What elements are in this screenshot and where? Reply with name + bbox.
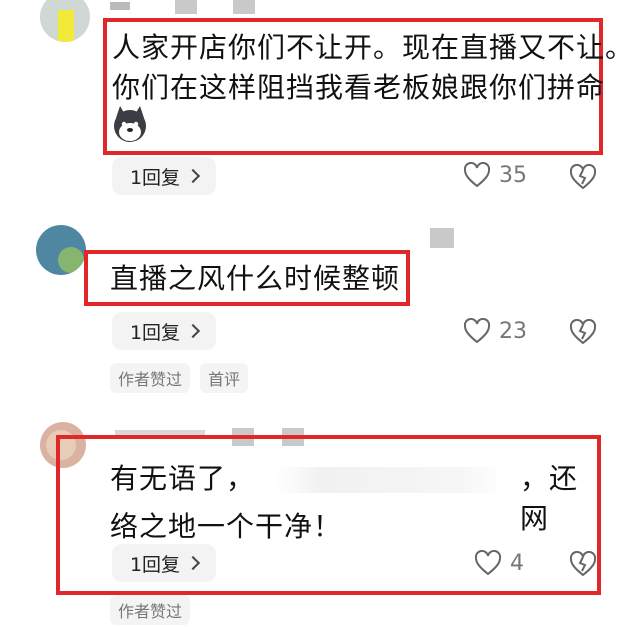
like-button[interactable]: 35 [463,162,527,188]
comment-line: 有无语了， [110,462,256,495]
broken-heart-icon[interactable] [569,164,597,190]
redacted-text [275,467,505,493]
first-comment-tag: 首评 [200,363,249,393]
like-count: 23 [499,318,527,344]
reply-label: 1回复 [129,166,181,189]
redacted-block [175,0,197,14]
username-redacted [110,2,130,10]
reply-button[interactable]: 1回复 [112,544,216,582]
like-count: 35 [499,162,527,188]
like-button[interactable]: 23 [463,318,527,344]
comment-text: 有无语了， ，还网 络之地一个干净！ [110,459,590,547]
reply-label: 1回复 [129,553,181,576]
author-liked-tag: 作者赞过 [110,595,191,625]
author-liked-tag: 作者赞过 [110,363,191,393]
comment-line: ，还网 [520,462,579,535]
chevron-right-icon [185,168,201,184]
redacted-block [430,228,454,248]
heart-outline-icon [463,318,491,344]
chevron-right-icon [185,323,201,339]
comment-text: 直播之风什么时候整顿 [110,262,401,295]
like-button[interactable]: 4 [474,550,524,576]
comment-line: 你们在这样阻挡我看老板娘跟你们拼命 [112,71,606,104]
like-count: 4 [510,550,524,576]
comment-line: 络之地一个干净！ [110,510,343,543]
reply-button[interactable]: 1回复 [112,312,216,350]
chevron-right-icon [185,555,201,571]
heart-outline-icon [474,550,502,576]
husky-dog-emoji [114,106,146,142]
heart-outline-icon [463,162,491,188]
avatar[interactable] [40,0,90,42]
redacted-block [233,0,255,14]
comment-line: 人家开店你们不让开。现在直播又不让。 [112,31,635,64]
broken-heart-icon[interactable] [569,551,597,577]
avatar[interactable] [36,225,86,275]
reply-label: 1回复 [129,321,181,344]
comment-text: 人家开店你们不让开。现在直播又不让。 你们在这样阻挡我看老板娘跟你们拼命 [112,28,634,108]
reply-button[interactable]: 1回复 [112,157,216,195]
broken-heart-icon[interactable] [569,319,597,345]
